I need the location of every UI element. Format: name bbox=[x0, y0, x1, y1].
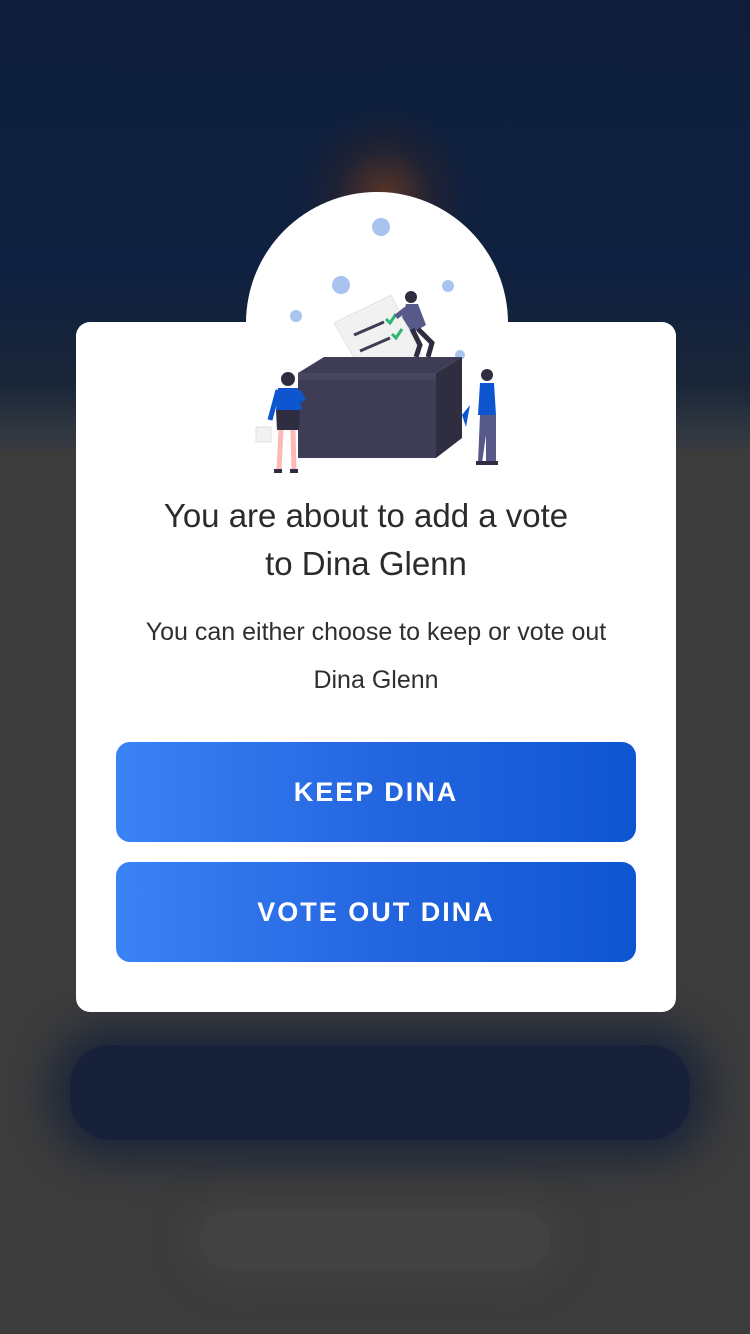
dialog-title-line-2: to Dina Glenn bbox=[265, 545, 467, 582]
dialog-description: You can either choose to keep or vote ou… bbox=[76, 608, 676, 704]
background-blurred-element bbox=[200, 1210, 550, 1270]
dialog-title-line-1: You are about to add a vote bbox=[163, 497, 569, 534]
ballot-box-voting-illustration-icon bbox=[255, 218, 498, 473]
dialog-title: You are about to add a vote to Dina Glen… bbox=[76, 492, 656, 588]
vote-out-button[interactable]: VOTE OUT DINA bbox=[116, 862, 636, 962]
background-blurred-bar bbox=[70, 1045, 690, 1140]
keep-button[interactable]: KEEP DINA bbox=[116, 742, 636, 842]
dialog-description-line-2: Dina Glenn bbox=[313, 666, 439, 694]
dialog-description-line-1: You can either choose to keep or vote ou… bbox=[145, 618, 607, 646]
